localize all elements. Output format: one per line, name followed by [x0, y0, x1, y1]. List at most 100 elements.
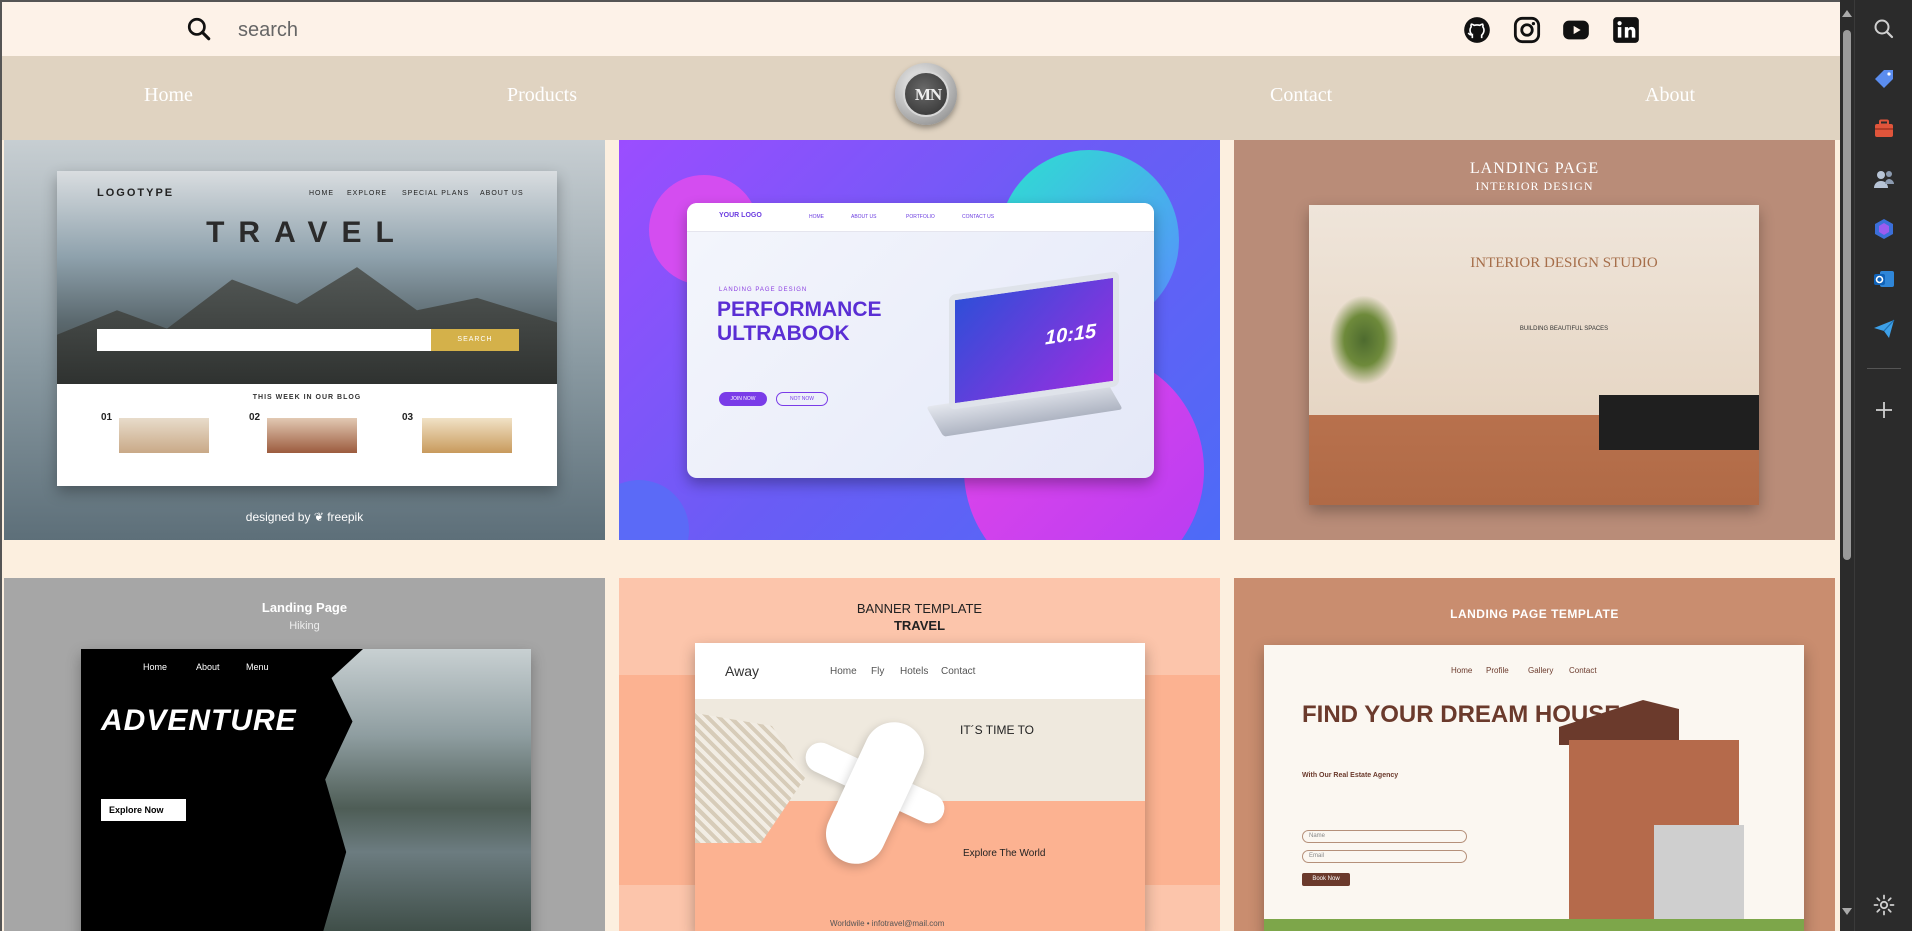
nav-products-link[interactable]: Products: [507, 84, 577, 107]
plant-image: [1329, 295, 1399, 385]
interior-heading: LANDING PAGE: [1469, 160, 1600, 177]
adventure-subheading: Hiking: [289, 620, 320, 632]
add-icon[interactable]: [1872, 398, 1896, 422]
away-tagline: IT´S TIME TO: [960, 723, 1035, 737]
youtube-icon[interactable]: [1562, 16, 1590, 44]
interior-tagline: BUILDING BEAUTIFUL SPACES: [1519, 326, 1609, 332]
house-menu-item: Gallery: [1528, 666, 1554, 675]
freepik-credit: designed by ❦ freepik: [245, 510, 364, 524]
product-card-travel[interactable]: LOGOTYPE HOME EXPLORE SPECIAL PLANS ABOU…: [4, 140, 605, 540]
nav-contact-link[interactable]: Contact: [1270, 84, 1332, 107]
nav-home-link[interactable]: Home: [144, 84, 193, 107]
nav-about-link[interactable]: About: [1645, 84, 1695, 107]
adventure-preview: Home About Menu ADVENTURE Explore Now: [81, 649, 531, 931]
travel-preview: LOGOTYPE HOME EXPLORE SPECIAL PLANS ABOU…: [57, 171, 557, 486]
blog-thumbnail: [119, 418, 209, 453]
travel-logo: LOGOTYPE: [97, 187, 175, 199]
sidebar-divider: [1867, 368, 1901, 369]
adventure-title: ADVENTURE: [101, 704, 297, 737]
not-now-button: NOT NOW: [776, 392, 828, 406]
adventure-menu-item: Home: [143, 662, 168, 672]
garage-image: [1654, 825, 1744, 931]
logo-emblem: MN: [903, 71, 949, 117]
linkedin-icon[interactable]: [1612, 16, 1640, 44]
briefcase-icon[interactable]: [1872, 117, 1896, 141]
scroll-down-arrow[interactable]: [1842, 908, 1852, 915]
blog-thumbnail: [422, 418, 512, 453]
away-preview: Away Home Fly Hotels Contact IT´S TIME T…: [695, 643, 1145, 931]
product-card-adventure[interactable]: Landing Page Hiking Home About Menu ADVE…: [4, 578, 605, 931]
outlook-icon[interactable]: [1872, 267, 1896, 291]
away-menu-item: Home: [830, 666, 857, 677]
travel-menu-item: EXPLORE: [347, 190, 388, 197]
laptop-screen: 10:15: [949, 271, 1119, 410]
scrollbar-thumb[interactable]: [1843, 30, 1851, 560]
settings-icon[interactable]: [1872, 893, 1896, 917]
travel-menu-item: HOME: [309, 190, 334, 197]
tag-icon[interactable]: [1872, 67, 1896, 91]
nav-bar: Home Products MN Contact About: [2, 56, 1840, 140]
browser-sidebar: [1854, 0, 1912, 931]
fjord-image: [321, 649, 531, 931]
cabinet-image: [1599, 395, 1759, 450]
blog-number: 03: [402, 412, 414, 423]
blog-number: 01: [101, 412, 113, 423]
blog-number: 02: [249, 412, 261, 423]
top-bar: [2, 2, 1840, 56]
search-input[interactable]: [238, 14, 658, 46]
ultrabook-menu-item: CONTACT US: [962, 214, 995, 220]
house-preview: Home Profile Gallery Contact FIND YOUR D…: [1264, 645, 1804, 931]
ultrabook-menu-item: HOME: [809, 214, 824, 220]
house-menu-item: Home: [1451, 666, 1473, 675]
away-menu-item: Fly: [871, 666, 885, 677]
product-card-interior[interactable]: LANDING PAGE INTERIOR DESIGN INTERIOR DE…: [1234, 140, 1835, 540]
explore-now-button: Explore Now: [101, 799, 186, 821]
house-heading: LANDING PAGE TEMPLATE: [1450, 607, 1619, 621]
send-icon[interactable]: [1872, 317, 1896, 341]
ultrabook-logo: YOUR LOGO: [719, 212, 762, 219]
away-footer: Worldwile • infotravel@mail.com: [830, 919, 945, 928]
house-menu-item: Contact: [1569, 666, 1597, 675]
ultrabook-menu-item: PORTFOLIO: [906, 214, 935, 220]
github-icon[interactable]: [1463, 16, 1491, 44]
adventure-heading: Landing Page: [261, 600, 348, 615]
search-icon[interactable]: [1872, 17, 1896, 41]
away-heading: BANNER TEMPLATE: [856, 601, 983, 616]
grass-strip: [1264, 919, 1804, 931]
product-card-ultrabook[interactable]: YOUR LOGO HOME ABOUT US PORTFOLIO CONTAC…: [619, 140, 1220, 540]
site-logo[interactable]: MN: [895, 63, 957, 125]
away-menu-item: Hotels: [900, 666, 929, 677]
travel-title: TRAVEL: [206, 216, 408, 249]
ultrabook-nav: YOUR LOGO HOME ABOUT US PORTFOLIO CONTAC…: [687, 203, 1154, 232]
away-menu-item: Contact: [941, 666, 976, 677]
interior-title: INTERIOR DESIGN STUDIO: [1470, 255, 1658, 271]
search-icon[interactable]: [186, 16, 212, 42]
copilot-icon[interactable]: [1872, 217, 1896, 241]
ultrabook-eyebrow: LANDING PAGE DESIGN: [719, 287, 808, 293]
ultrabook-menu-item: ABOUT US: [851, 214, 877, 220]
scroll-up-arrow[interactable]: [1842, 10, 1852, 17]
join-now-button: JOIN NOW: [719, 392, 767, 406]
product-card-away[interactable]: BANNER TEMPLATE TRAVEL Away Home Fly Hot…: [619, 578, 1220, 931]
email-field: Email: [1302, 850, 1467, 863]
name-field: Name: [1302, 830, 1467, 843]
blog-thumbnail: [267, 418, 357, 453]
house-subtitle: With Our Real Estate Agency: [1302, 772, 1399, 779]
ultrabook-preview: YOUR LOGO HOME ABOUT US PORTFOLIO CONTAC…: [687, 203, 1154, 478]
travel-blog-heading: THIS WEEK IN OUR BLOG: [252, 394, 362, 401]
adventure-menu-item: Menu: [246, 662, 269, 672]
people-icon[interactable]: [1872, 167, 1896, 191]
travel-menu-item: SPECIAL PLANS: [402, 190, 470, 197]
travel-search-button: SEARCH: [431, 329, 519, 351]
interior-preview: INTERIOR DESIGN STUDIO BUILDING BEAUTIFU…: [1309, 205, 1759, 505]
product-card-house[interactable]: LANDING PAGE TEMPLATE Home Profile Galle…: [1234, 578, 1835, 931]
logo-text: MN: [914, 85, 942, 104]
travel-menu-item: ABOUT US: [480, 190, 524, 197]
book-now-button: Book Now: [1302, 873, 1350, 886]
decor-circle: [619, 480, 689, 540]
away-section-title: Explore The World: [963, 848, 1046, 859]
page-scrollbar[interactable]: [1840, 0, 1854, 931]
laptop-time: 10:15: [1045, 320, 1097, 350]
instagram-icon[interactable]: [1513, 16, 1541, 44]
travel-search-form: SEARCH: [97, 329, 519, 351]
